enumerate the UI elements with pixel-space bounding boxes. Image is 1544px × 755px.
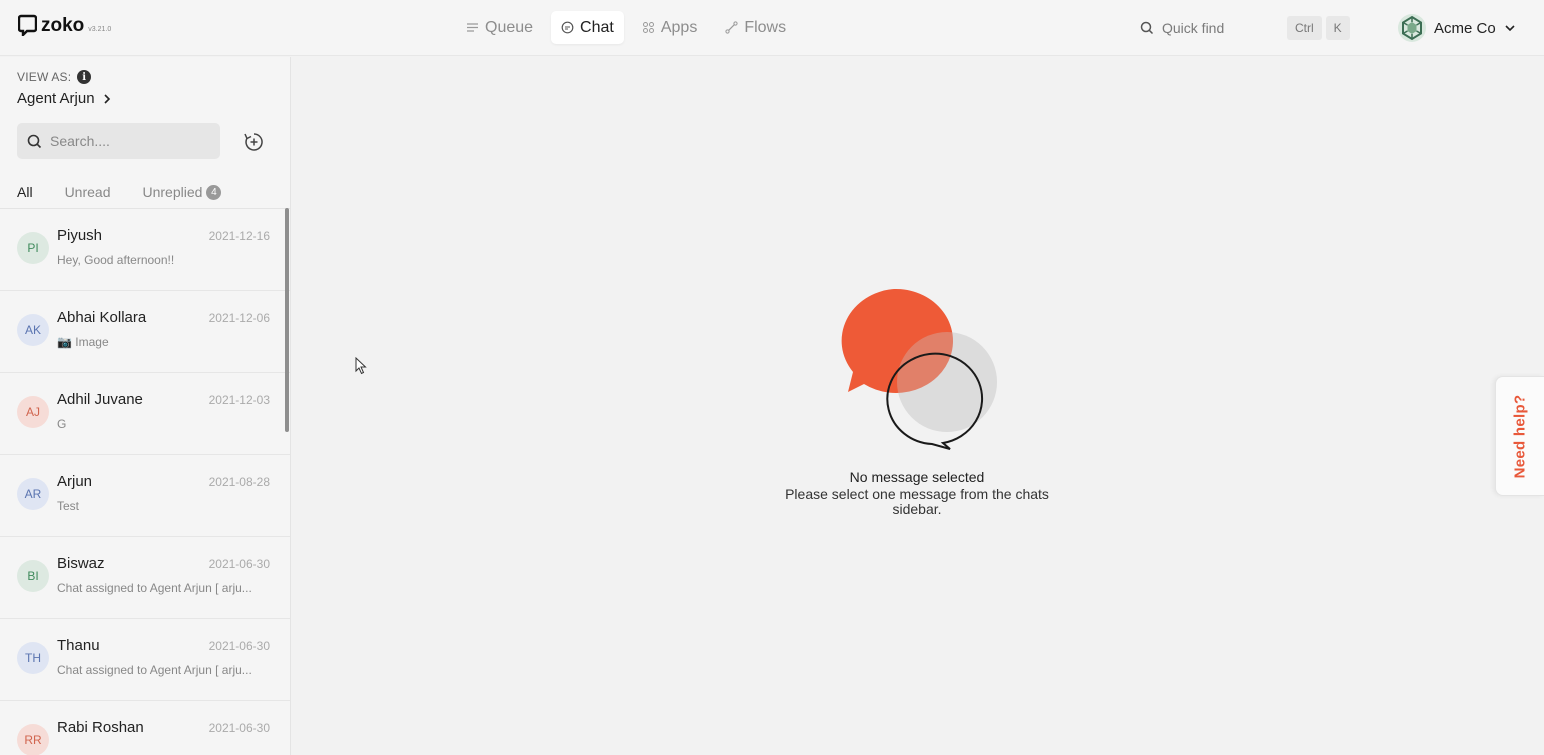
contact-name: Thanu [57,637,100,654]
chat-list-item[interactable]: AJ Adhil Juvane 2021-12-03 G [0,373,290,455]
message-date: 2021-12-03 [208,393,270,407]
message-preview: Chat assigned to Agent Arjun [ arju... [57,581,252,595]
chat-list-item[interactable]: TH Thanu 2021-06-30 Chat assigned to Agent … [0,619,290,701]
tab-apps[interactable]: Apps [632,11,707,44]
tab-unreplied[interactable]: Unreplied 4 [142,175,222,209]
tab-all[interactable]: All [15,175,35,211]
agent-selector[interactable]: Agent Arjun [17,90,111,107]
avatar: AK [17,314,49,346]
contact-name: Piyush [57,227,103,244]
search-input[interactable] [50,133,210,149]
shortcut-key-k: K [1325,16,1350,40]
info-icon[interactable]: i [77,70,92,84]
empty-state-subtitle: Please select one message from the chats… [785,486,1049,517]
chat-list-item[interactable]: BI Biswaz 2021-06-30 Chat assigned to Agent… [0,537,290,619]
unreplied-count-badge: 4 [206,184,222,200]
contact-name: Biswaz [57,555,105,572]
view-as-text: VIEW AS: [17,70,72,84]
conversation-panel: No message selected Please select one me… [292,57,1544,755]
message-date: 2021-08-28 [208,475,270,489]
chat-icon [561,21,574,34]
message-date: 2021-06-30 [208,721,270,735]
flows-icon [725,21,738,34]
tab-flows[interactable]: Flows [715,11,796,44]
chat-list-item[interactable]: AR Arjun 2021-08-28 Test [0,455,290,537]
message-preview: Hey, Good afternoon!! [57,253,175,267]
chat-list-item[interactable]: AK Abhai Kollara 2021-12-06 📷 Image [0,291,290,373]
message-date: 2021-06-30 [208,639,270,653]
tab-unread-label: Unread [64,184,111,200]
account-avatar [1398,14,1426,42]
shortcut-key-ctrl: Ctrl [1287,16,1322,40]
brand-logo[interactable]: zoko v3.21.0 [18,14,111,36]
quick-find-label: Quick find [1162,20,1225,36]
contact-name: Adhil Juvane [57,391,143,408]
avatar: RR [17,724,49,755]
message-preview: G [57,417,67,431]
tab-apps-label: Apps [660,18,698,36]
app-version: v3.21.0 [88,26,112,33]
contact-name: Rabi Roshan [57,719,144,736]
apps-icon [642,22,654,33]
mouse-cursor-icon [355,357,367,375]
need-help-label: Need help? [1511,394,1529,478]
avatar: AJ [17,396,49,428]
contact-name: Arjun [57,473,93,490]
chat-list: PI Piyush 2021-12-16 Hey, Good afternoon!! A… [0,208,290,755]
tab-unreplied-label: Unreplied [142,184,203,200]
chat-filter-tabs: All Unread Unreplied 4 [15,175,253,211]
empty-state-title: No message selected [849,469,985,485]
chevron-down-icon [1505,25,1515,32]
tab-all-label: All [17,184,33,200]
tab-chat[interactable]: Chat [551,11,624,44]
top-bar: zoko v3.21.0 Queue Chat Apps Flows Quick… [0,0,1544,56]
avatar: BI [17,560,49,592]
avatar: TH [17,642,49,674]
chevron-right-icon [103,93,110,104]
tab-unread[interactable]: Unread [65,175,111,209]
avatar: PI [17,232,49,264]
chat-list-item[interactable]: RR Rabi Roshan 2021-06-30 [0,701,290,755]
quick-find-button[interactable]: Quick find [1140,14,1224,42]
message-preview: 📷 Image [57,335,109,349]
message-preview: Test [57,499,80,513]
message-preview: Chat assigned to Agent Arjun [ arju... [57,663,252,677]
tab-queue-label: Queue [485,18,534,36]
tab-flows-label: Flows [744,18,787,36]
need-help-button[interactable]: Need help? [1495,376,1544,496]
agent-name: Agent Arjun [17,90,95,107]
queue-icon [467,23,478,32]
shortcut-hint: Ctrl K [1287,16,1350,40]
tab-chat-label: Chat [580,18,614,36]
main-nav: Queue Chat Apps Flows [456,11,796,44]
message-date: 2021-12-16 [208,229,270,243]
chat-list-scrollbar[interactable] [285,208,289,432]
chat-sidebar: VIEW AS: i Agent Arjun All Unread Unrepl… [0,57,291,755]
new-chat-icon[interactable] [244,132,264,152]
contact-name: Abhai Kollara [57,309,147,326]
logo-icon [18,14,37,36]
search-icon [1140,21,1154,35]
avatar: AR [17,478,49,510]
account-name: Acme Co [1434,19,1496,37]
brand-name: zoko [41,15,85,36]
account-menu[interactable]: Acme Co [1398,14,1516,42]
chat-bubbles-illustration [841,288,997,450]
view-as-label: VIEW AS: i [17,70,92,84]
message-date: 2021-06-30 [208,557,270,571]
search-box [17,123,220,159]
search-icon [27,134,42,148]
tab-queue[interactable]: Queue [456,11,543,44]
message-date: 2021-12-06 [208,311,270,325]
chat-list-item[interactable]: PI Piyush 2021-12-16 Hey, Good afternoon!! [0,209,290,291]
